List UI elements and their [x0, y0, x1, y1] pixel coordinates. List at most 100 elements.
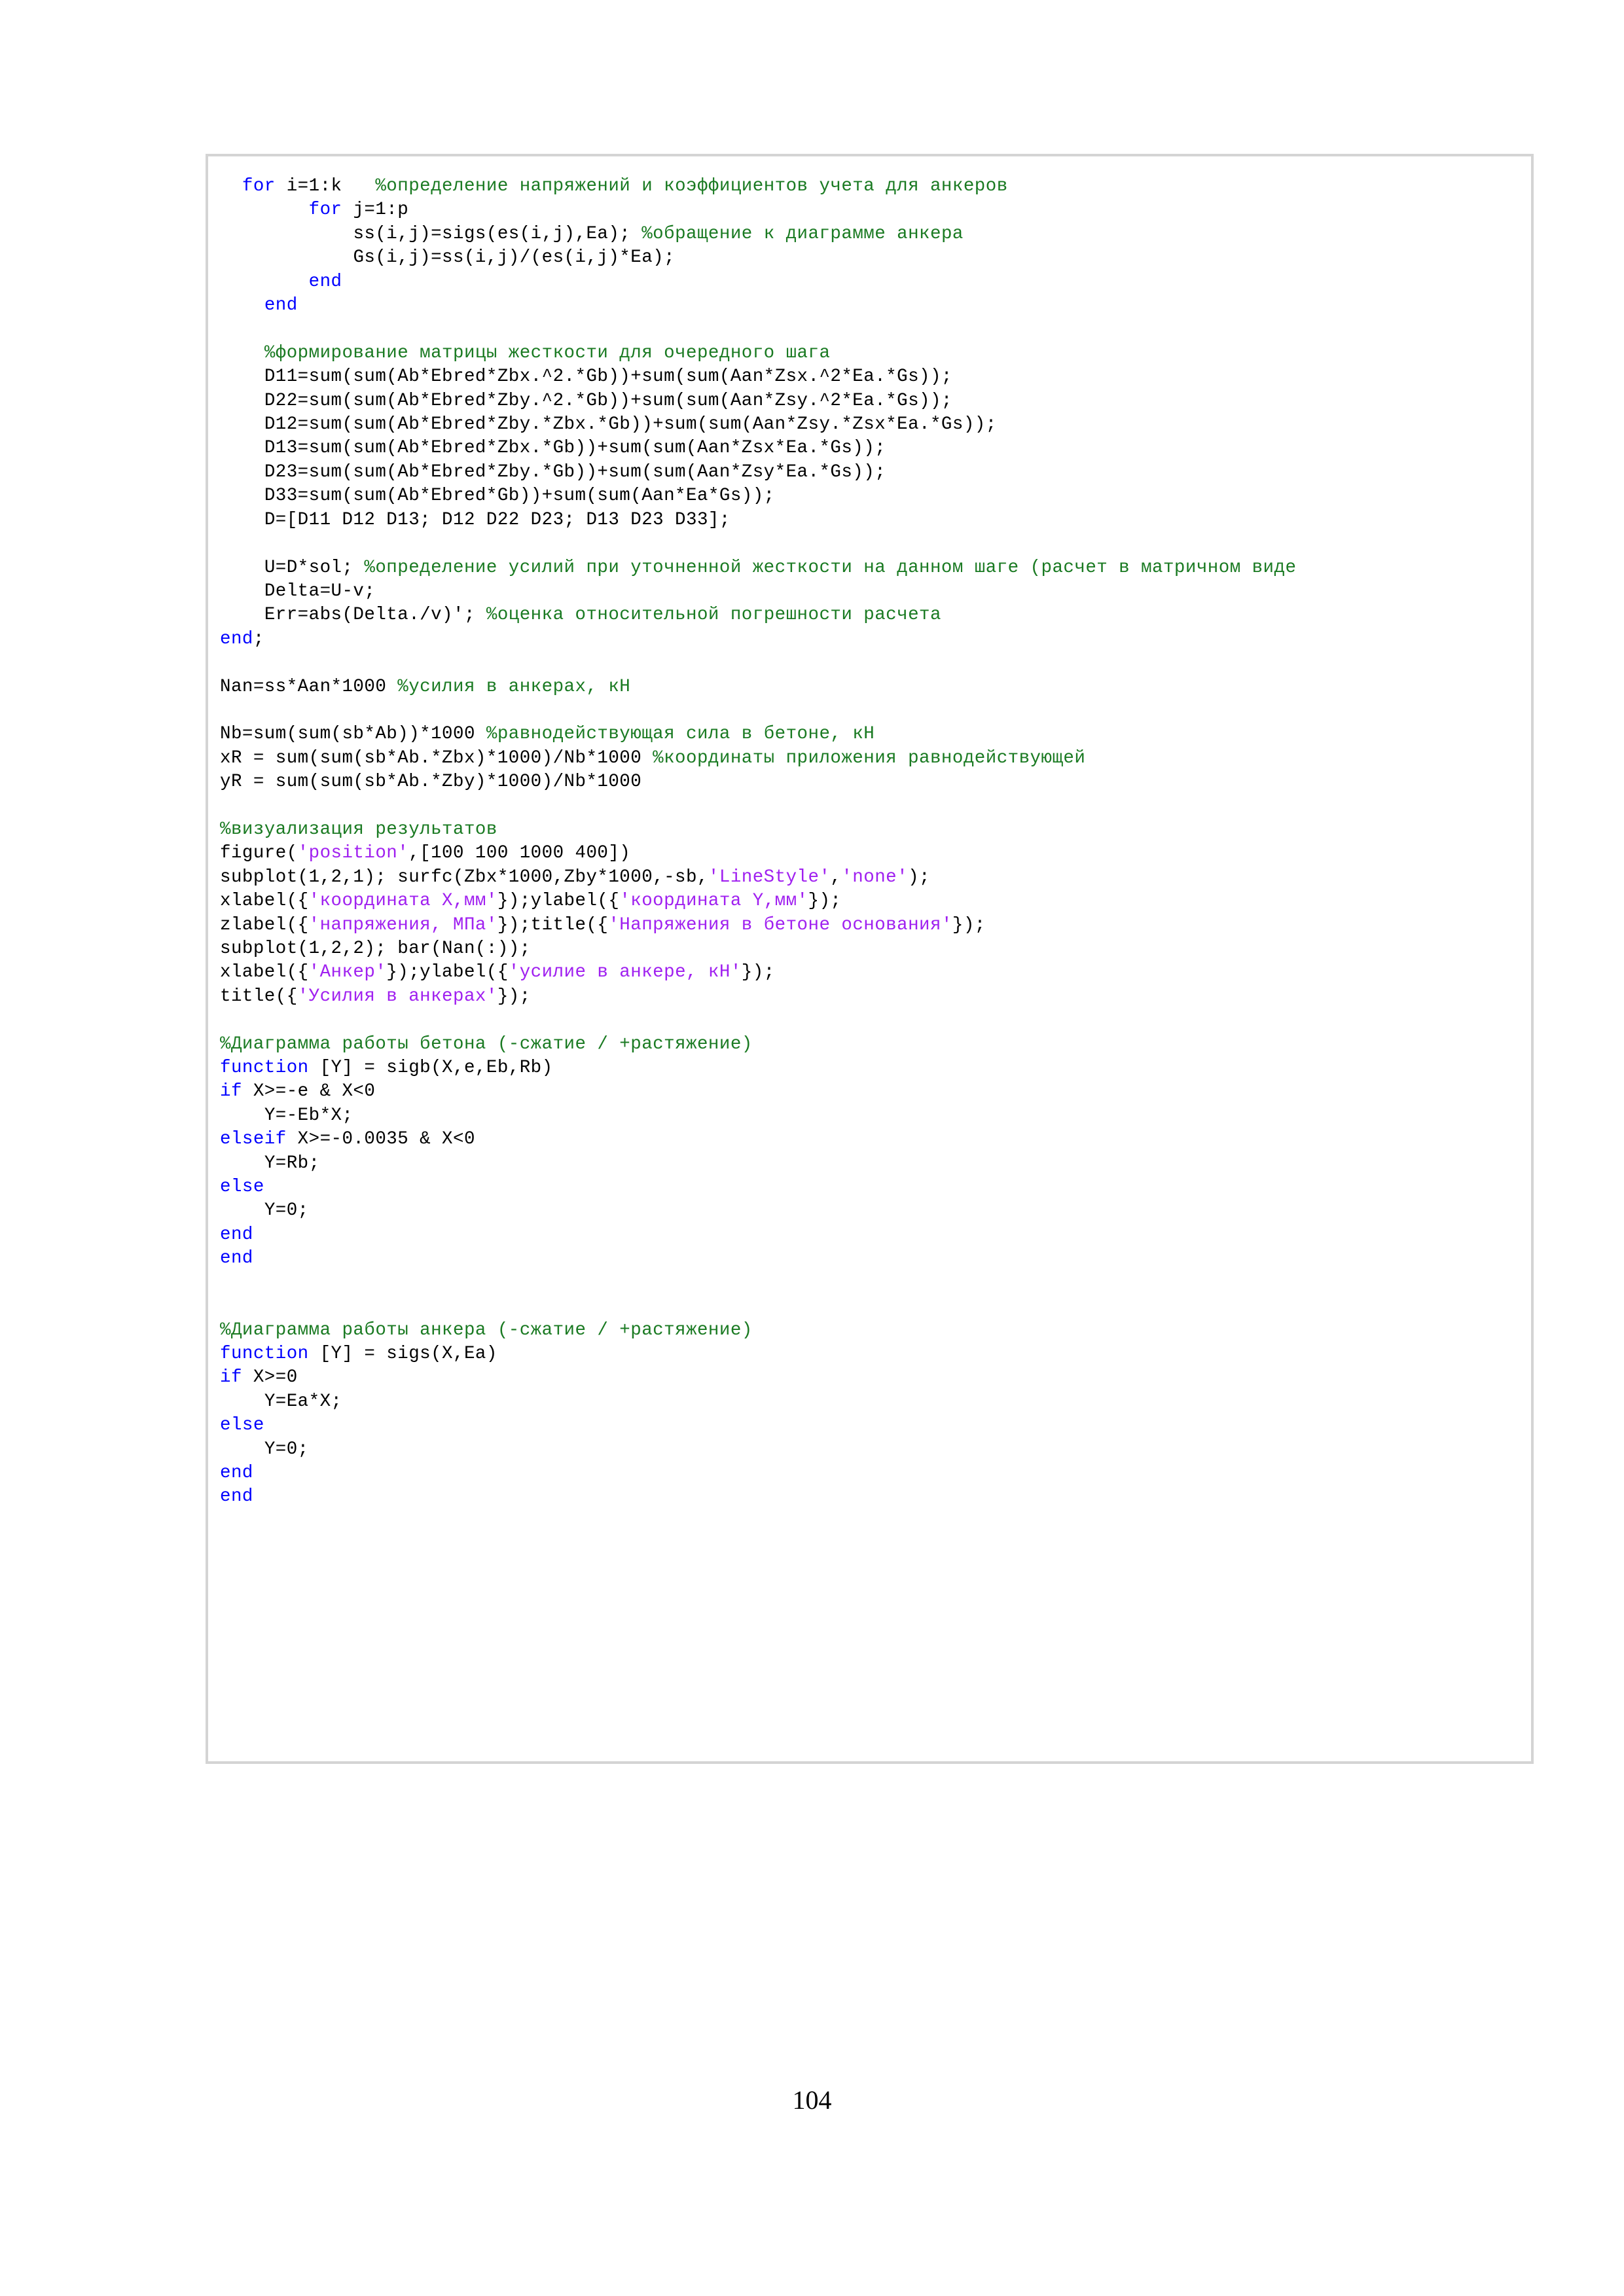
code-text: ;	[253, 628, 264, 649]
code-line: Err=abs(Delta./v)'; %оценка относительно…	[220, 603, 1519, 627]
code-line: Y=0;	[220, 1438, 1519, 1462]
code-keyword: else	[220, 1177, 264, 1198]
code-text: xR = sum(sum(sb*Ab.*Zbx)*1000)/Nb*1000	[220, 747, 653, 768]
code-string: 'Усилия в анкерах'	[297, 986, 497, 1007]
code-line: %визуализация результатов	[220, 818, 1519, 842]
code-line: xlabel({'Анкер'});ylabel({'усилие в анке…	[220, 961, 1519, 984]
code-line: end;	[220, 628, 1519, 651]
code-line: D13=sum(sum(Ab*Ebred*Zbx.*Gb))+sum(sum(A…	[220, 437, 1519, 460]
code-keyword: function	[220, 1058, 309, 1079]
code-comment: %Диаграмма работы анкера (-сжатие / +рас…	[220, 1319, 753, 1340]
code-line: %Диаграмма работы бетона (-сжатие / +рас…	[220, 1033, 1519, 1056]
code-keyword: end	[308, 271, 342, 292]
code-text: ss(i,j)=sigs(es(i,j),Ea);	[220, 223, 642, 244]
code-line: Nan=ss*Aan*1000 %усилия в анкерах, кН	[220, 675, 1519, 699]
code-line: Y=Rb;	[220, 1152, 1519, 1175]
code-comment: %равнодействующая сила в бетоне, кН	[486, 724, 875, 745]
page-number: 104	[792, 2085, 832, 2115]
code-text: D=[D11 D12 D13; D12 D22 D23; D13 D23 D33…	[220, 509, 731, 530]
code-line: else	[220, 1414, 1519, 1437]
code-string: 'координата X,мм'	[308, 891, 497, 912]
code-text: X>=-0.0035 & X<0	[286, 1129, 475, 1150]
code-line: function [Y] = sigb(X,e,Eb,Rb)	[220, 1056, 1519, 1080]
code-text: Y=0;	[220, 1200, 309, 1221]
code-string: 'none'	[841, 867, 909, 888]
code-keyword: end	[220, 1224, 253, 1245]
code-line: end	[220, 294, 1519, 317]
code-keyword: function	[220, 1343, 309, 1364]
code-text: xlabel({	[220, 891, 309, 912]
code-line: if X>=-e & X<0	[220, 1080, 1519, 1103]
code-line: elseif X>=-0.0035 & X<0	[220, 1128, 1519, 1151]
code-string: 'напряжения, МПа'	[308, 914, 497, 935]
code-keyword: if	[220, 1367, 242, 1388]
code-text: });	[952, 914, 986, 935]
code-line: function [Y] = sigs(X,Ea)	[220, 1342, 1519, 1366]
code-text: title({	[220, 986, 298, 1007]
code-text: Err=abs(Delta./v)';	[220, 605, 486, 626]
code-line: Delta=U-v;	[220, 580, 1519, 603]
code-comment: %визуализация результатов	[220, 819, 497, 840]
code-keyword: for	[242, 176, 276, 196]
code-keyword: end	[220, 1462, 253, 1483]
code-text: X>=0	[242, 1367, 298, 1388]
code-keyword: if	[220, 1081, 242, 1102]
code-line: D33=sum(sum(Ab*Ebred*Gb))+sum(sum(Aan*Ea…	[220, 484, 1519, 508]
code-string: 'LineStyle'	[708, 867, 831, 888]
code-text: D33=sum(sum(Ab*Ebred*Gb))+sum(sum(Aan*Ea…	[220, 486, 775, 507]
code-line: %Диаграмма работы анкера (-сжатие / +рас…	[220, 1319, 1519, 1342]
code-text: j=1:p	[342, 200, 409, 221]
code-line: Gs(i,j)=ss(i,j)/(es(i,j)*Ea);	[220, 246, 1519, 270]
code-line: Y=Ea*X;	[220, 1390, 1519, 1414]
code-text: });	[808, 891, 842, 912]
code-text: Y=-Eb*X;	[220, 1105, 353, 1126]
code-text: subplot(1,2,1); surfc(Zbx*1000,Zby*1000,…	[220, 867, 708, 888]
code-text: D23=sum(sum(Ab*Ebred*Zby.*Gb))+sum(sum(A…	[220, 461, 886, 482]
code-keyword: end	[264, 295, 298, 316]
code-comment: %определение напряжений и коэффициентов …	[375, 176, 1008, 196]
code-line: figure('position',[100 100 1000 400])	[220, 842, 1519, 865]
code-text: xlabel({	[220, 962, 309, 983]
code-line: %формирование матрицы жесткости для очер…	[220, 342, 1519, 365]
code-text: Y=Ea*X;	[220, 1391, 342, 1412]
code-line: Y=0;	[220, 1199, 1519, 1223]
code-text: D13=sum(sum(Ab*Ebred*Zbx.*Gb))+sum(sum(A…	[220, 438, 886, 459]
code-string: 'position'	[297, 843, 409, 864]
code-comment: %координаты приложения равнодействующей	[653, 747, 1086, 768]
matlab-source-code: for i=1:k %определение напряжений и коэф…	[220, 175, 1519, 1509]
code-line: D=[D11 D12 D13; D12 D22 D23; D13 D23 D33…	[220, 509, 1519, 532]
code-line: end	[220, 1247, 1519, 1270]
code-text: });	[497, 986, 531, 1007]
code-comment: %обращение к диаграмме анкера	[641, 223, 964, 244]
code-line: xlabel({'координата X,мм'});ylabel({'коо…	[220, 889, 1519, 913]
code-text: });	[741, 962, 775, 983]
code-keyword: end	[220, 628, 253, 649]
code-line: title({'Усилия в анкерах'});	[220, 985, 1519, 1009]
code-line: else	[220, 1175, 1519, 1199]
code-string: 'координата Y,мм'	[619, 891, 808, 912]
code-keyword: else	[220, 1415, 264, 1436]
code-keyword: for	[308, 200, 342, 221]
code-line: D22=sum(sum(Ab*Ebred*Zby.^2.*Gb))+sum(su…	[220, 389, 1519, 413]
code-text: subplot(1,2,2); bar(Nan(:));	[220, 939, 531, 959]
code-text: });ylabel({	[497, 891, 620, 912]
code-text: ,[100 100 1000 400])	[408, 843, 631, 864]
code-line: D11=sum(sum(Ab*Ebred*Zbx.^2.*Gb))+sum(su…	[220, 365, 1519, 389]
code-keyword: end	[220, 1248, 253, 1269]
code-keyword: end	[220, 1486, 253, 1507]
code-listing-block: for i=1:k %определение напряжений и коэф…	[206, 154, 1534, 1764]
code-text: [Y] = sigs(X,Ea)	[308, 1343, 497, 1364]
code-text: );	[908, 867, 930, 888]
code-text: Y=Rb;	[220, 1153, 320, 1174]
code-line: ss(i,j)=sigs(es(i,j),Ea); %обращение к д…	[220, 223, 1519, 246]
code-text: Gs(i,j)=ss(i,j)/(es(i,j)*Ea);	[220, 247, 676, 268]
